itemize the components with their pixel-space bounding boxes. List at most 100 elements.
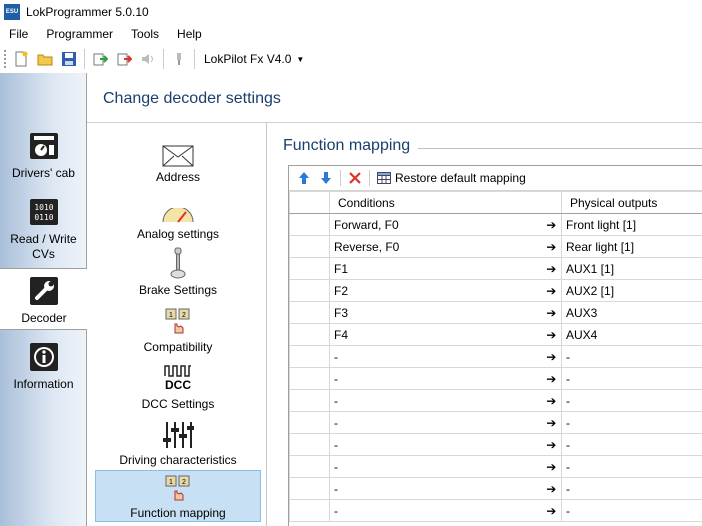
restore-default-mapping-button[interactable]: Restore default mapping (373, 167, 530, 189)
table-row[interactable]: - ➔ - (289, 411, 702, 434)
toolbar-grip[interactable] (4, 50, 7, 68)
window-title: LokProgrammer 5.0.10 (26, 5, 149, 19)
row-header-cell[interactable] (289, 477, 330, 500)
table-row[interactable]: - ➔ - (289, 345, 702, 368)
physical-output-cell[interactable]: AUX1 [1] (561, 257, 702, 280)
physical-output-cell[interactable]: - (561, 345, 702, 368)
category-dcc-settings[interactable]: DCC DCC Settings (95, 360, 261, 411)
condition-cell[interactable]: - (329, 345, 542, 368)
table-row[interactable]: F4 ➔ AUX4 (289, 323, 702, 346)
save-icon (62, 52, 76, 66)
condition-cell[interactable]: F3 (329, 301, 542, 324)
grid-toolbar: Restore default mapping (289, 166, 702, 191)
open-file-button[interactable] (33, 47, 57, 71)
menu-programmer[interactable]: Programmer (37, 24, 122, 45)
condition-cell[interactable]: Forward, F0 (329, 213, 542, 236)
table-row[interactable]: - ➔ - (289, 389, 702, 412)
category-compatibility[interactable]: 12 Compatibility (95, 303, 261, 354)
nav-read-write-cvs[interactable]: 1010 0110 Read / Write CVs (0, 196, 87, 262)
svg-text:0110: 0110 (34, 213, 53, 222)
decoder-type-dropdown[interactable]: LokPilot Fx V4.0 ▼ (200, 48, 308, 70)
nav-label-read-write-cvs: Read / Write CVs (10, 232, 77, 261)
physical-output-cell[interactable]: AUX2 [1] (561, 279, 702, 302)
row-header-cell[interactable] (289, 455, 330, 478)
arrow-up-icon (299, 172, 309, 184)
row-header-cell[interactable] (289, 433, 330, 456)
read-decoder-button[interactable] (88, 47, 112, 71)
physical-output-cell[interactable]: - (561, 433, 702, 456)
table-row[interactable]: - ➔ - (289, 477, 702, 500)
menu-tools[interactable]: Tools (122, 24, 168, 45)
menu-help[interactable]: Help (168, 24, 211, 45)
category-analog-settings[interactable]: Analog settings (95, 190, 261, 241)
sound-button[interactable] (136, 47, 160, 71)
move-down-button[interactable] (315, 167, 337, 189)
title-bar: ESU LokProgrammer 5.0.10 (0, 0, 702, 24)
condition-cell[interactable]: F4 (329, 323, 542, 346)
power-button[interactable] (167, 47, 191, 71)
table-row[interactable]: F2 ➔ AUX2 [1] (289, 279, 702, 302)
physical-output-cell[interactable]: - (561, 477, 702, 500)
physical-output-cell[interactable]: - (561, 411, 702, 434)
condition-cell[interactable]: - (329, 455, 542, 478)
physical-output-cell[interactable]: Rear light [1] (561, 235, 702, 258)
category-address[interactable]: Address (95, 133, 261, 184)
row-header-cell[interactable] (289, 367, 330, 390)
nav-decoder[interactable]: Decoder (0, 268, 88, 330)
table-row[interactable]: F1 ➔ AUX1 [1] (289, 257, 702, 280)
physical-output-cell[interactable]: AUX4 (561, 323, 702, 346)
table-row[interactable]: F3 ➔ AUX3 (289, 301, 702, 324)
condition-cell[interactable]: - (329, 389, 542, 412)
nav-information[interactable]: Information (0, 341, 87, 391)
speaker-icon (142, 54, 153, 64)
row-header-cell[interactable] (289, 301, 330, 324)
row-header-cell[interactable] (289, 257, 330, 280)
row-header-cell[interactable] (289, 279, 330, 302)
category-label-function-mapping: Function mapping (130, 506, 226, 520)
column-header-conditions[interactable]: Conditions (329, 191, 542, 214)
table-row[interactable]: Forward, F0 ➔ Front light [1] (289, 213, 702, 236)
physical-output-cell[interactable]: AUX3 (561, 301, 702, 324)
brake-lever-icon (168, 246, 188, 280)
condition-cell[interactable]: F1 (329, 257, 542, 280)
column-header-physical-outputs[interactable]: Physical outputs (561, 191, 702, 214)
new-file-button[interactable] (9, 47, 33, 71)
category-label-analog-settings: Analog settings (136, 227, 220, 241)
write-decoder-button[interactable] (112, 47, 136, 71)
table-row[interactable]: - ➔ - (289, 433, 702, 456)
restore-default-mapping-label: Restore default mapping (395, 171, 526, 185)
physical-output-cell[interactable]: - (561, 389, 702, 412)
table-row[interactable]: - ➔ - (289, 367, 702, 390)
compatibility-icon: 12 (164, 303, 192, 337)
physical-output-cell[interactable]: - (561, 499, 702, 522)
row-header-cell[interactable] (289, 323, 330, 346)
condition-cell[interactable]: - (329, 433, 542, 456)
row-header-cell[interactable] (289, 235, 330, 258)
condition-cell[interactable]: - (329, 499, 542, 522)
move-up-button[interactable] (293, 167, 315, 189)
physical-output-cell[interactable]: - (561, 367, 702, 390)
row-header-cell[interactable] (289, 499, 330, 522)
condition-cell[interactable]: Reverse, F0 (329, 235, 542, 258)
physical-output-cell[interactable]: - (561, 455, 702, 478)
table-row[interactable]: Reverse, F0 ➔ Rear light [1] (289, 235, 702, 258)
mapping-arrow-icon: ➔ (541, 301, 562, 324)
row-header-cell[interactable] (289, 411, 330, 434)
physical-output-cell[interactable]: Front light [1] (561, 213, 702, 236)
condition-cell[interactable]: F2 (329, 279, 542, 302)
menu-file[interactable]: File (0, 24, 37, 45)
delete-row-button[interactable] (344, 167, 366, 189)
category-driving-characteristics[interactable]: Driving characteristics (95, 416, 261, 467)
nav-drivers-cab[interactable]: Drivers' cab (0, 130, 87, 180)
condition-cell[interactable]: - (329, 477, 542, 500)
row-header-cell[interactable] (289, 345, 330, 368)
condition-cell[interactable]: - (329, 367, 542, 390)
table-row[interactable]: - ➔ - (289, 499, 702, 522)
row-header-cell[interactable] (289, 389, 330, 412)
table-row[interactable]: - ➔ - (289, 455, 702, 478)
category-function-mapping[interactable]: 12 Function mapping (95, 470, 261, 522)
category-brake-settings[interactable]: Brake Settings (95, 246, 261, 297)
condition-cell[interactable]: - (329, 411, 542, 434)
row-header-cell[interactable] (289, 213, 330, 236)
save-button[interactable] (57, 47, 81, 71)
